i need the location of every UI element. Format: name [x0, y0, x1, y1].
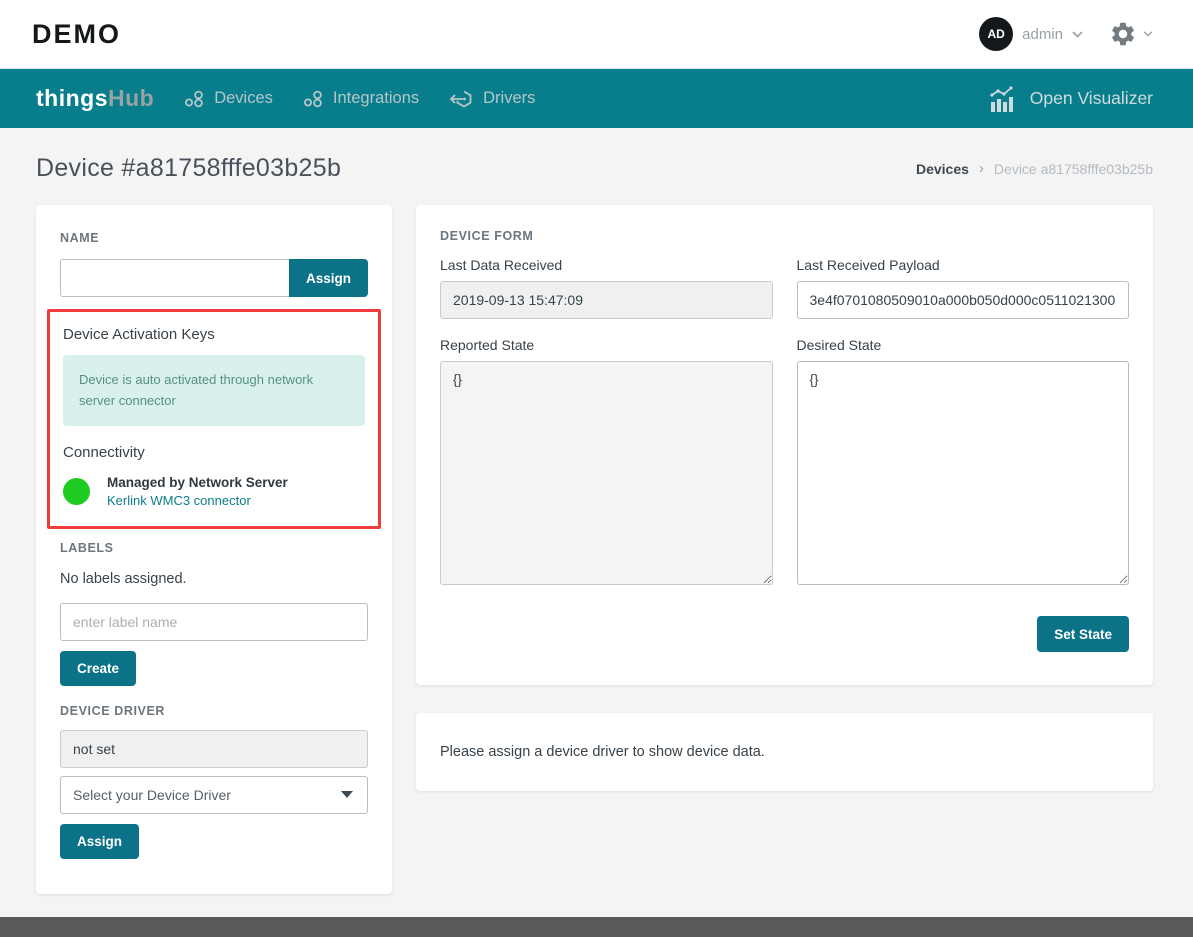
status-green-dot — [63, 478, 90, 505]
assign-name-button[interactable]: Assign — [289, 259, 368, 297]
main-navbar: thingsHub Devices Integrations Drivers O… — [0, 69, 1193, 128]
activation-highlight-box: Device Activation Keys Device is auto ac… — [47, 309, 381, 529]
chevron-down-icon — [1072, 31, 1083, 38]
breadcrumb-devices-link[interactable]: Devices — [916, 161, 969, 177]
device-name-input[interactable] — [60, 259, 289, 297]
no-labels-text: No labels assigned. — [60, 571, 368, 587]
connectivity-status-subtitle: Kerlink WMC3 connector — [107, 493, 288, 508]
assign-driver-notice-text: Please assign a device driver to show de… — [440, 744, 765, 760]
open-visualizer-button[interactable]: Open Visualizer — [988, 84, 1153, 114]
last-received-payload-label: Last Received Payload — [797, 257, 1130, 273]
breadcrumb-separator: › — [979, 160, 984, 177]
nodes-icon — [303, 88, 325, 110]
device-sidebar-card: NAME Assign Device Activation Keys Devic… — [36, 205, 392, 894]
nav-label: Integrations — [333, 89, 419, 108]
device-driver-section-label: DEVICE DRIVER — [60, 704, 368, 718]
breadcrumb-current: Device a81758fffe03b25b — [994, 161, 1153, 177]
connectivity-status-title: Managed by Network Server — [107, 475, 288, 490]
top-header: DEMO AD admin — [0, 0, 1193, 69]
device-form-title: DEVICE FORM — [440, 229, 1129, 243]
chevron-down-icon — [1143, 31, 1153, 37]
name-section-label: NAME — [60, 231, 99, 245]
thingshub-logo[interactable]: thingsHub — [36, 85, 154, 112]
page-title: Device #a81758fffe03b25b — [36, 154, 341, 183]
last-data-received-label: Last Data Received — [440, 257, 773, 273]
driver-notice-card: Please assign a device driver to show de… — [416, 713, 1153, 791]
device-driver-select-value: Select your Device Driver — [73, 787, 231, 803]
nav-label: Devices — [214, 89, 273, 108]
nav-item-devices[interactable]: Devices — [184, 88, 273, 110]
driver-arrow-icon — [449, 88, 475, 110]
device-form-card: DEVICE FORM Last Data Received Last Rece… — [416, 205, 1153, 685]
nav-label: Drivers — [483, 89, 535, 108]
tenant-brand: DEMO — [32, 19, 121, 50]
last-received-payload-field — [797, 281, 1130, 319]
caret-down-icon — [341, 791, 353, 798]
set-state-button[interactable]: Set State — [1037, 616, 1129, 652]
auto-activation-notice: Device is auto activated through network… — [63, 355, 365, 426]
gear-icon — [1109, 20, 1137, 48]
nav-item-drivers[interactable]: Drivers — [449, 88, 535, 110]
connectivity-status-row: Managed by Network Server Kerlink WMC3 c… — [63, 475, 365, 508]
activation-keys-title: Device Activation Keys — [63, 326, 365, 343]
nav-item-integrations[interactable]: Integrations — [303, 88, 419, 110]
create-label-button[interactable]: Create — [60, 651, 136, 686]
label-name-input[interactable] — [60, 603, 368, 641]
reported-state-textarea: {} — [440, 361, 773, 585]
breadcrumb: Devices › Device a81758fffe03b25b — [916, 160, 1153, 177]
user-name: admin — [1022, 26, 1063, 43]
user-menu[interactable]: AD admin — [979, 17, 1083, 51]
device-driver-select[interactable]: Select your Device Driver — [60, 776, 368, 814]
main-content: Device #a81758fffe03b25b Devices › Devic… — [0, 128, 1193, 917]
connectivity-title: Connectivity — [63, 444, 365, 461]
nodes-icon — [184, 88, 206, 110]
visualizer-label: Open Visualizer — [1030, 88, 1153, 109]
settings-menu[interactable] — [1109, 20, 1153, 48]
labels-section-label: LABELS — [60, 541, 368, 555]
desired-state-label: Desired State — [797, 337, 1130, 353]
last-data-received-field — [440, 281, 773, 319]
chart-icon — [988, 84, 1020, 114]
page-footer — [0, 917, 1193, 937]
reported-state-label: Reported State — [440, 337, 773, 353]
avatar: AD — [979, 17, 1013, 51]
current-driver-field — [60, 730, 368, 768]
desired-state-textarea[interactable]: {} — [797, 361, 1130, 585]
assign-driver-button[interactable]: Assign — [60, 824, 139, 859]
